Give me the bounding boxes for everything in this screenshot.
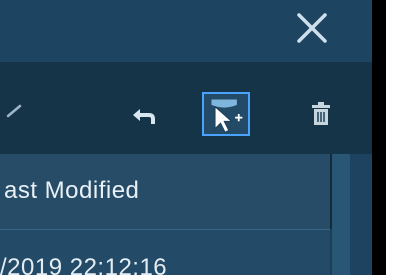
select-cursor-icon bbox=[211, 99, 243, 133]
screen-border bbox=[372, 0, 386, 275]
chevron-down-icon bbox=[6, 104, 22, 118]
dropdown-toggle[interactable] bbox=[6, 100, 26, 120]
column-header-label: ast Modified bbox=[4, 177, 140, 204]
trash-icon bbox=[312, 102, 330, 125]
vertical-scrollbar[interactable] bbox=[332, 154, 350, 275]
close-button[interactable] bbox=[292, 8, 332, 48]
undo-icon bbox=[133, 109, 155, 124]
last-modified-cell: /2019 22:12:16 bbox=[0, 254, 168, 275]
window-edge bbox=[350, 154, 372, 275]
undo-button[interactable] bbox=[129, 106, 159, 128]
close-icon bbox=[297, 13, 327, 43]
select-mode-button[interactable] bbox=[202, 92, 250, 136]
file-manager-window: ast Modified /2019 22:12:16 bbox=[0, 0, 372, 275]
delete-button[interactable] bbox=[310, 102, 332, 126]
